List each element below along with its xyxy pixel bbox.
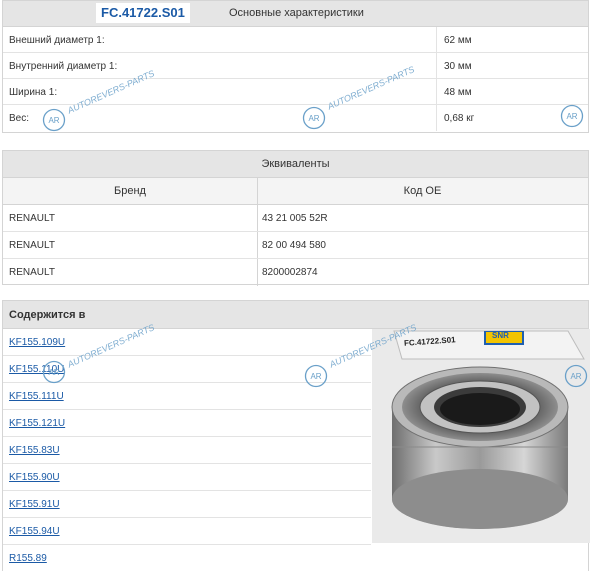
brand-cell: RENAULT — [9, 240, 55, 251]
kit-link[interactable]: KF155.109U — [9, 337, 65, 348]
oe-cell: 8200002874 — [262, 267, 318, 278]
specs-title: Основные характеристики — [229, 7, 364, 19]
kit-link[interactable]: KF155.110U — [9, 364, 64, 375]
spec-value: 0,68 кг — [444, 113, 475, 124]
kit-link[interactable]: KF155.121U — [9, 418, 65, 429]
column-divider — [257, 259, 258, 286]
list-item: KF155.91U — [3, 491, 371, 518]
list-item: KF155.94U — [3, 518, 371, 545]
list-item: KF155.83U — [3, 437, 371, 464]
brand-cell: RENAULT — [9, 267, 55, 278]
column-divider — [436, 79, 437, 104]
oe-cell: 82 00 494 580 — [262, 240, 326, 251]
equivalents-column-headers: Бренд Код ОЕ — [3, 178, 588, 205]
bearing — [391, 366, 569, 529]
column-divider — [257, 232, 258, 258]
column-divider — [436, 53, 437, 78]
spec-row: Внутренний диаметр 1: 30 мм — [3, 53, 588, 79]
kit-link[interactable]: R155.89 — [9, 553, 47, 564]
spec-label: Вес: — [9, 113, 30, 124]
spec-row: Вес: 0,68 кг — [3, 105, 588, 131]
table-row: RENAULT 43 21 005 52R — [3, 205, 588, 232]
table-row: RENAULT 8200002874 — [3, 259, 588, 286]
list-item: KF155.110U — [3, 356, 371, 383]
kit-link[interactable]: KF155.90U — [9, 472, 60, 483]
list-item: KF155.121U — [3, 410, 371, 437]
kit-link[interactable]: KF155.94U — [9, 526, 60, 537]
spec-label: Внутренний диаметр 1: — [9, 61, 118, 72]
kit-link[interactable]: KF155.91U — [9, 499, 60, 510]
product-photo: FC.41722.S01 SNR — [372, 329, 590, 543]
spec-label: Внешний диаметр 1: — [9, 35, 105, 46]
list-item: KF155.111U — [3, 383, 371, 410]
list-item: KF155.90U — [3, 464, 371, 491]
kit-link[interactable]: KF155.83U — [9, 445, 60, 456]
column-divider — [257, 205, 258, 231]
specs-header: FC.41722.S01 Основные характеристики — [3, 1, 588, 27]
list-item: KF155.109U — [3, 329, 371, 356]
column-divider — [436, 27, 437, 52]
oe-cell: 43 21 005 52R — [262, 213, 328, 224]
contained-in-panel: Содержится в KF155.109U KF155.110U KF155… — [2, 300, 590, 571]
brand-mark: SNR — [492, 331, 509, 340]
bearing-illustration — [372, 329, 590, 543]
spec-value: 30 мм — [444, 61, 472, 72]
brand-column-header: Бренд — [114, 185, 146, 197]
spec-value: 62 мм — [444, 35, 472, 46]
oe-column-header: Код ОЕ — [403, 185, 442, 197]
kit-list: KF155.109U KF155.110U KF155.111U KF155.1… — [3, 329, 371, 571]
specs-panel: FC.41722.S01 Основные характеристики Вне… — [2, 0, 589, 133]
equivalents-panel: Эквиваленты Бренд Код ОЕ RENAULT 43 21 0… — [2, 150, 589, 286]
list-item: R155.89 — [3, 545, 588, 571]
spec-row: Внешний диаметр 1: 62 мм — [3, 27, 588, 53]
spec-value: 48 мм — [444, 87, 472, 98]
brand-cell: RENAULT — [9, 213, 55, 224]
part-code: FC.41722.S01 — [96, 3, 190, 23]
table-row: RENAULT 82 00 494 580 — [3, 232, 588, 259]
contained-in-title: Содержится в — [3, 301, 588, 329]
equivalents-title: Эквиваленты — [3, 151, 588, 178]
kit-link[interactable]: KF155.111U — [9, 391, 64, 402]
spec-label: Ширина 1: — [9, 87, 58, 98]
column-divider — [436, 105, 437, 131]
spec-row: Ширина 1: 48 мм — [3, 79, 588, 105]
